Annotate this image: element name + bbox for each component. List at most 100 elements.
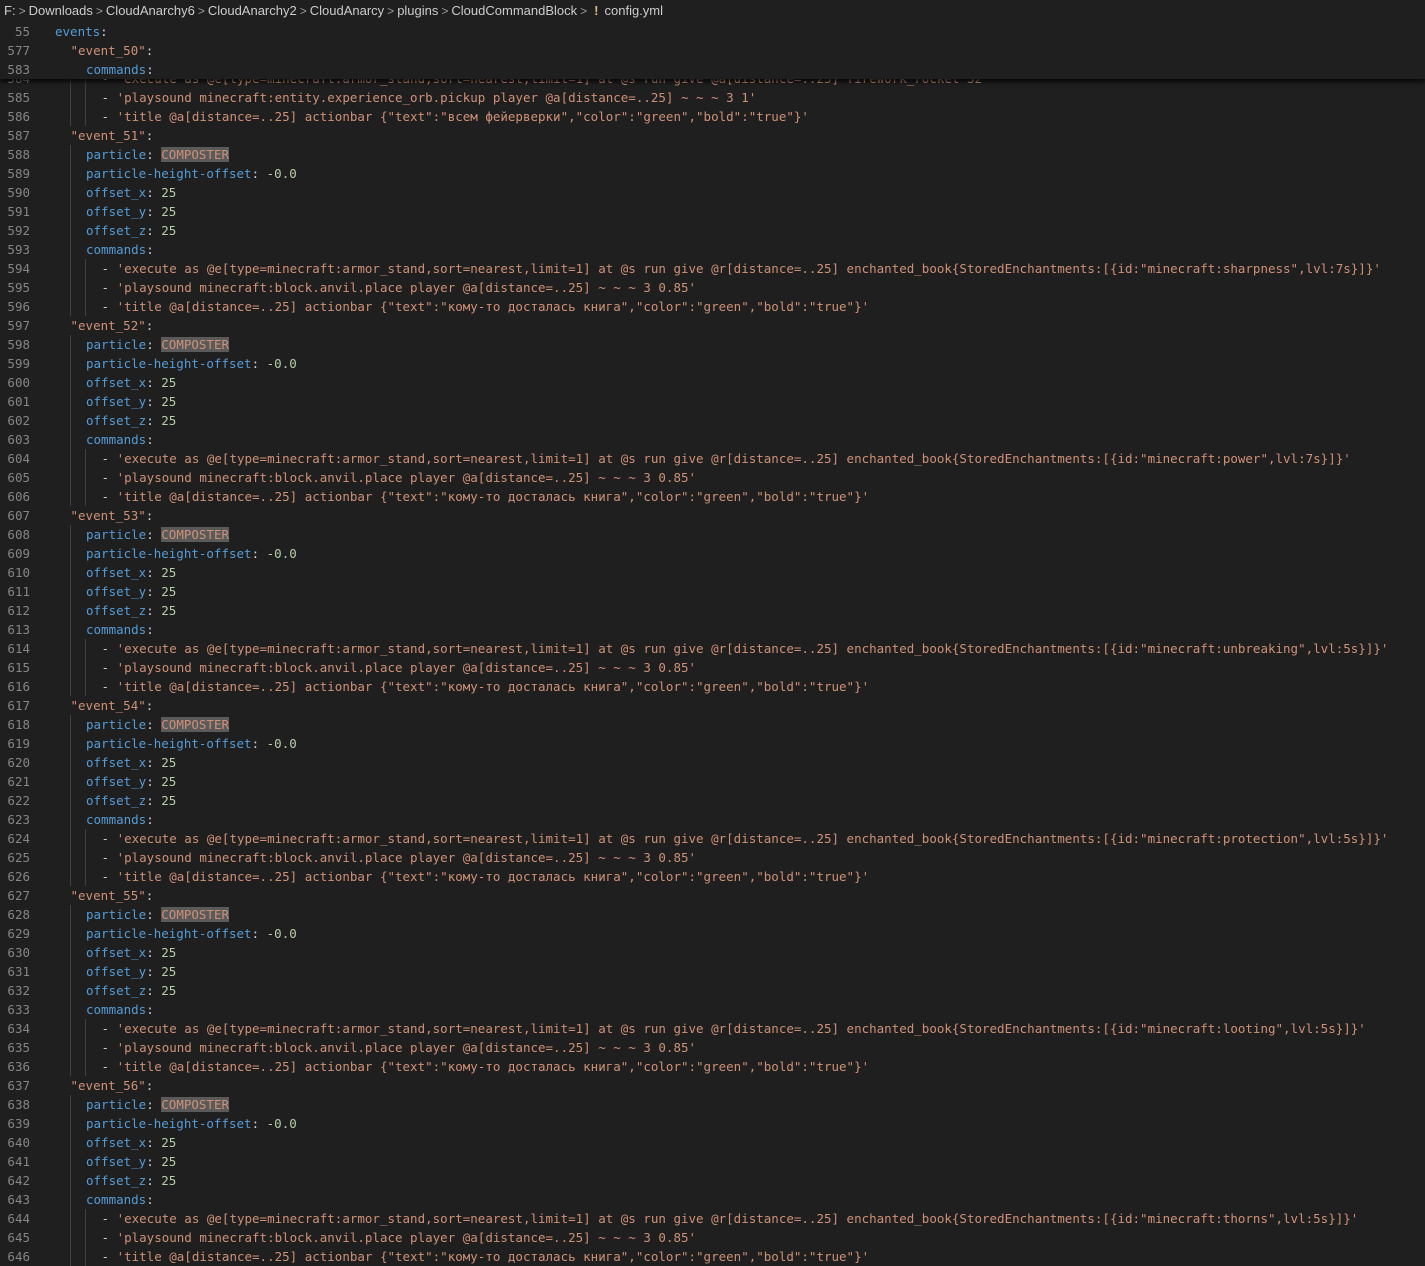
code-line[interactable]: 644 - 'execute as @e[type=minecraft:armor…	[0, 1209, 1425, 1228]
line-code: commands:	[86, 1190, 154, 1209]
code-line[interactable]: 590 offset_x: 25	[0, 183, 1425, 202]
indent-guide	[69, 753, 71, 772]
code-token: "event_55"	[70, 888, 146, 903]
code-line[interactable]: 613 commands:	[0, 620, 1425, 639]
code-line[interactable]: 616 - 'title @a[distance=..25] actionbar …	[0, 677, 1425, 696]
code-line[interactable]: 621 offset_y: 25	[0, 772, 1425, 791]
code-line[interactable]: 619 particle-height-offset: -0.0	[0, 734, 1425, 753]
code-line[interactable]: 626 - 'title @a[distance=..25] actionbar …	[0, 867, 1425, 886]
code-line[interactable]: 625 - 'playsound minecraft:block.anvil.pl…	[0, 848, 1425, 867]
code-line[interactable]: 595 - 'playsound minecraft:block.anvil.pl…	[0, 278, 1425, 297]
code-token: 'execute as @e[type=minecraft:armor_stan…	[116, 451, 1351, 466]
highlighted-token: COMPOSTER	[161, 337, 230, 352]
code-line[interactable]: 640 offset_x: 25	[0, 1133, 1425, 1152]
code-line[interactable]: 605 - 'playsound minecraft:block.anvil.pl…	[0, 468, 1425, 487]
line-code: events:	[55, 22, 108, 41]
code-line[interactable]: 631 offset_y: 25	[0, 962, 1425, 981]
code-line[interactable]: 618 particle: COMPOSTER	[0, 715, 1425, 734]
code-line[interactable]: 632 offset_z: 25	[0, 981, 1425, 1000]
code-line[interactable]: 604 - 'execute as @e[type=minecraft:armor…	[0, 449, 1425, 468]
code-line[interactable]: 634 - 'execute as @e[type=minecraft:armor…	[0, 1019, 1425, 1038]
code-line[interactable]: 600 offset_x: 25	[0, 373, 1425, 392]
sticky-code-line[interactable]: 583 commands:	[0, 60, 1425, 79]
code-editor[interactable]: 55 events: 577 "event_50": 583 commands: 584 -…	[0, 22, 1425, 1266]
code-line[interactable]: 614 - 'execute as @e[type=minecraft:armor…	[0, 639, 1425, 658]
code-line[interactable]: 629 particle-height-offset: -0.0	[0, 924, 1425, 943]
code-line[interactable]: 630 offset_x: 25	[0, 943, 1425, 962]
line-code: "event_51":	[71, 126, 154, 145]
code-token: 25	[161, 603, 177, 618]
code-line[interactable]: 635 - 'playsound minecraft:block.anvil.pl…	[0, 1038, 1425, 1057]
code-line[interactable]: 607 "event_53":	[0, 506, 1425, 525]
code-line[interactable]: 597 "event_52":	[0, 316, 1425, 335]
line-code: - 'playsound minecraft:block.anvil.place…	[102, 848, 697, 867]
code-line[interactable]: 611 offset_y: 25	[0, 582, 1425, 601]
code-line[interactable]: 645 - 'playsound minecraft:block.anvil.pl…	[0, 1228, 1425, 1247]
code-line[interactable]: 627 "event_55":	[0, 886, 1425, 905]
code-token: 'playsound minecraft:block.anvil.place p…	[116, 280, 697, 295]
code-line[interactable]: 620 offset_x: 25	[0, 753, 1425, 772]
code-line[interactable]: 598 particle: COMPOSTER	[0, 335, 1425, 354]
code-line[interactable]: 646 - 'title @a[distance=..25] actionbar …	[0, 1247, 1425, 1266]
breadcrumb-segment[interactable]: plugins	[397, 3, 438, 18]
code-line[interactable]: 639 particle-height-offset: -0.0	[0, 1114, 1425, 1133]
code-line[interactable]: 591 offset_y: 25	[0, 202, 1425, 221]
indent-guide	[69, 1114, 71, 1133]
breadcrumb-file[interactable]: config.yml	[605, 3, 664, 18]
code-token: 25	[161, 1173, 177, 1188]
code-line[interactable]: 617 "event_54":	[0, 696, 1425, 715]
code-line[interactable]: 628 particle: COMPOSTER	[0, 905, 1425, 924]
code-line[interactable]: 641 offset_y: 25	[0, 1152, 1425, 1171]
code-line[interactable]: 606 - 'title @a[distance=..25] actionbar …	[0, 487, 1425, 506]
code-token: particle	[86, 337, 147, 352]
code-line[interactable]: 587 "event_51":	[0, 126, 1425, 145]
code-line[interactable]: 642 offset_z: 25	[0, 1171, 1425, 1190]
code-line[interactable]: 608 particle: COMPOSTER	[0, 525, 1425, 544]
code-line[interactable]: 623 commands:	[0, 810, 1425, 829]
line-number: 588	[7, 147, 30, 162]
code-line[interactable]: 643 commands:	[0, 1190, 1425, 1209]
code-line[interactable]: 593 commands:	[0, 240, 1425, 259]
code-line[interactable]: 602 offset_z: 25	[0, 411, 1425, 430]
code-line[interactable]: 615 - 'playsound minecraft:block.anvil.pl…	[0, 658, 1425, 677]
code-line[interactable]: 584 - 'execute as @e[type=minecraft:armor…	[0, 79, 1425, 88]
code-line[interactable]: 609 particle-height-offset: -0.0	[0, 544, 1425, 563]
code-line[interactable]: 603 commands:	[0, 430, 1425, 449]
breadcrumb-segment[interactable]: F:	[4, 3, 16, 18]
code-token: "event_50"	[70, 43, 146, 58]
code-line[interactable]: 622 offset_z: 25	[0, 791, 1425, 810]
line-code: - 'title @a[distance=..25] actionbar {"t…	[102, 487, 870, 506]
code-line[interactable]: 601 offset_y: 25	[0, 392, 1425, 411]
breadcrumb-segment[interactable]: CloudAnarcy	[310, 3, 384, 18]
code-token: offset_x	[86, 375, 147, 390]
code-line[interactable]: 588 particle: COMPOSTER	[0, 145, 1425, 164]
indent-guide	[69, 164, 71, 183]
sticky-code-line[interactable]: 55 events:	[0, 22, 1425, 41]
code-line[interactable]: 612 offset_z: 25	[0, 601, 1425, 620]
breadcrumb-segment[interactable]: Downloads	[29, 3, 93, 18]
code-line[interactable]: 596 - 'title @a[distance=..25] actionbar …	[0, 297, 1425, 316]
code-lines[interactable]: 585 - 'playsound minecraft:entity.experie…	[0, 88, 1425, 1266]
code-line[interactable]: 636 - 'title @a[distance=..25] actionbar …	[0, 1057, 1425, 1076]
code-line[interactable]: 624 - 'execute as @e[type=minecraft:armor…	[0, 829, 1425, 848]
code-line[interactable]: 589 particle-height-offset: -0.0	[0, 164, 1425, 183]
sticky-scroll-header[interactable]: 55 events: 577 "event_50": 583 commands:	[0, 22, 1425, 79]
breadcrumb-segment[interactable]: CloudAnarchy6	[106, 3, 195, 18]
code-token: 25	[161, 983, 177, 998]
code-line[interactable]: 592 offset_z: 25	[0, 221, 1425, 240]
code-token: 25	[161, 1154, 177, 1169]
breadcrumb-segment[interactable]: CloudAnarchy2	[208, 3, 297, 18]
breadcrumb-segment[interactable]: CloudCommandBlock	[451, 3, 577, 18]
code-line[interactable]: 599 particle-height-offset: -0.0	[0, 354, 1425, 373]
sticky-code-line[interactable]: 577 "event_50":	[0, 41, 1425, 60]
code-line[interactable]: 594 - 'execute as @e[type=minecraft:armor…	[0, 259, 1425, 278]
code-line[interactable]: 638 particle: COMPOSTER	[0, 1095, 1425, 1114]
code-line[interactable]: 585 - 'playsound minecraft:entity.experie…	[0, 88, 1425, 107]
line-code: - 'playsound minecraft:entity.experience…	[102, 88, 757, 107]
line-number: 634	[7, 1021, 30, 1036]
code-line[interactable]: 633 commands:	[0, 1000, 1425, 1019]
code-line[interactable]: 637 "event_56":	[0, 1076, 1425, 1095]
code-line[interactable]: 586 - 'title @a[distance=..25] actionbar …	[0, 107, 1425, 126]
code-line[interactable]: 610 offset_x: 25	[0, 563, 1425, 582]
code-token: offset_x	[86, 565, 147, 580]
